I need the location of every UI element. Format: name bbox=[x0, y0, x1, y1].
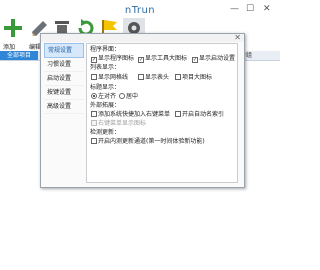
option-check-update[interactable]: 开启内测更新通道(第一时间体验新功能) bbox=[91, 138, 205, 146]
general-settings-panel: 程序界面： ✓ 显示程序图标 ✓ 显示工具大图标 ✓ 显示启动设置 列表显示： 显示网… bbox=[86, 43, 238, 183]
option-label: 显示网格线 bbox=[98, 74, 129, 81]
section-title: 标题显示： bbox=[90, 84, 121, 91]
option-context-icon: 右键菜单显示图标 bbox=[91, 120, 146, 128]
section-list: 列表显示： bbox=[90, 64, 121, 71]
option-big-icons[interactable]: 项目大图标 bbox=[175, 74, 212, 82]
close-button[interactable]: ✕ bbox=[263, 3, 271, 15]
nav-hotkeys[interactable]: 按键设置 bbox=[44, 86, 84, 100]
checkbox[interactable]: ✓ bbox=[138, 57, 144, 63]
nav-habits[interactable]: 习惯设置 bbox=[44, 58, 84, 72]
checkbox[interactable]: ✓ bbox=[91, 57, 97, 63]
option-label: 显示启动设置 bbox=[199, 55, 236, 62]
section-ext: 外部拓展： bbox=[90, 102, 121, 109]
option-auto-start[interactable]: 开启自动名索引 bbox=[175, 111, 224, 119]
option-show-tray[interactable]: ✓ 显示程序图标 bbox=[91, 55, 134, 63]
settings-nav: 常规设置 习惯设置 启动设置 按键设置 高级设置 bbox=[44, 43, 84, 114]
maximize-button[interactable]: ☐ bbox=[246, 3, 254, 15]
option-label: 开启内测更新通道(第一时间体验新功能) bbox=[98, 138, 205, 145]
checkbox[interactable] bbox=[175, 111, 181, 117]
option-label: 显示工具大图标 bbox=[145, 55, 188, 62]
add-label: 添加 bbox=[3, 44, 16, 51]
nav-advanced[interactable]: 高级设置 bbox=[44, 100, 84, 114]
option-label: 开启自动名索引 bbox=[182, 111, 225, 118]
plus-icon bbox=[4, 19, 22, 37]
dialog-close-button[interactable]: ✕ bbox=[234, 33, 241, 42]
checkbox[interactable] bbox=[91, 138, 97, 144]
checkbox[interactable] bbox=[91, 111, 97, 117]
option-label: 项目大图标 bbox=[182, 74, 213, 81]
section-ui: 程序界面： bbox=[90, 46, 121, 53]
option-label: 显示表头 bbox=[145, 74, 170, 81]
checkbox bbox=[91, 120, 97, 126]
minimize-button[interactable]: — bbox=[230, 3, 239, 15]
settings-dialog: ✕ 常规设置 习惯设置 启动设置 按键设置 高级设置 程序界面： ✓ 显示程序图标… bbox=[40, 33, 245, 188]
option-show-toolbar[interactable]: ✓ 显示工具大图标 bbox=[138, 55, 187, 63]
checkbox[interactable] bbox=[138, 74, 144, 80]
tab-all-items[interactable]: 全部项目 bbox=[0, 51, 38, 60]
option-label: 显示程序图标 bbox=[98, 55, 135, 62]
checkbox[interactable] bbox=[91, 74, 97, 80]
checkbox[interactable] bbox=[175, 74, 181, 80]
nav-general[interactable]: 常规设置 bbox=[44, 43, 84, 58]
add-button[interactable]: 添加 bbox=[3, 18, 27, 52]
checkbox[interactable]: ✓ bbox=[192, 57, 198, 63]
radio[interactable] bbox=[119, 93, 125, 99]
option-show-header[interactable]: 显示表头 bbox=[138, 74, 169, 82]
option-label: 右键菜单显示图标 bbox=[98, 120, 147, 127]
nav-startup[interactable]: 启动设置 bbox=[44, 72, 84, 86]
section-update: 检测更新： bbox=[90, 129, 121, 136]
option-context-menu[interactable]: 添加系统快捷加入右键菜单 bbox=[91, 111, 170, 119]
option-label: 添加系统快捷加入右键菜单 bbox=[98, 111, 171, 118]
option-label: 居中 bbox=[126, 93, 139, 100]
option-show-auto-mark[interactable]: ✓ 显示启动设置 bbox=[192, 55, 235, 63]
option-label: 左对齐 bbox=[98, 93, 117, 100]
option-show-grid[interactable]: 显示网格线 bbox=[91, 74, 128, 82]
option-align-left[interactable]: 左对齐 bbox=[91, 93, 116, 101]
app-title: nTrun bbox=[124, 5, 156, 16]
dialog-title-bar: ✕ bbox=[41, 33, 244, 42]
radio[interactable] bbox=[91, 93, 97, 99]
option-align-center[interactable]: 居中 bbox=[119, 93, 138, 101]
